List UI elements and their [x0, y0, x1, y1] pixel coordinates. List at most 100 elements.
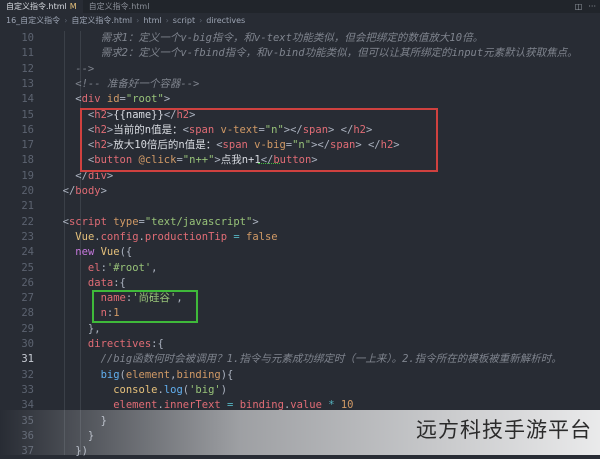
- code-line[interactable]: 32 big(element,binding){: [0, 368, 600, 383]
- code-text: <div id="root">: [50, 92, 170, 107]
- split-editor-icon[interactable]: ◫: [575, 2, 583, 11]
- code-line[interactable]: 31 //big函数何时会被调用？1.指令与元素成功绑定时（一上来）。2.指令所…: [0, 352, 600, 367]
- code-line[interactable]: 25 el:'#root',: [0, 261, 600, 276]
- line-number: 20: [21, 185, 34, 197]
- code-line[interactable]: 21: [0, 199, 600, 214]
- more-actions-icon[interactable]: ···: [588, 2, 596, 11]
- line-number: 12: [21, 62, 34, 75]
- code-token: config: [100, 230, 139, 243]
- code-token: >: [100, 185, 107, 197]
- code-token: 需求1：定义一个v-big指令，和v-text功能类似，但会把绑定的数值放大10…: [50, 32, 484, 44]
- code-token: el: [50, 261, 101, 274]
- code-token: log: [163, 383, 183, 396]
- code-token: <!-- 准备好一个容器-->: [50, 77, 200, 90]
- modified-indicator: M: [69, 2, 77, 11]
- code-line[interactable]: 13 <!-- 准备好一个容器-->: [0, 77, 600, 92]
- line-number: 15: [21, 108, 34, 121]
- code-token: script: [68, 215, 107, 228]
- code-line[interactable]: 12 -->: [0, 62, 600, 77]
- code-token: ){: [220, 368, 234, 381]
- code-token: >: [252, 215, 259, 228]
- code-line[interactable]: 23 Vue.config.productionTip = false: [0, 230, 600, 245]
- code-text: <!-- 准备好一个容器-->: [50, 77, 199, 92]
- code-text: big(element,binding){: [50, 368, 234, 383]
- code-token: new: [75, 246, 95, 259]
- code-token: false: [246, 230, 278, 243]
- chevron-right-icon: ›: [199, 15, 203, 25]
- code-text: <script type="text/javascript">: [50, 215, 259, 230]
- code-line[interactable]: 22 <script type="text/javascript">: [0, 215, 600, 230]
- code-line[interactable]: 24 new Vue({: [0, 245, 600, 260]
- line-number: 22: [21, 215, 34, 228]
- line-number: 32: [21, 368, 34, 381]
- code-line[interactable]: 33 console.log('big'): [0, 383, 600, 398]
- code-token: Vue: [100, 246, 120, 259]
- tab-file[interactable]: 自定义指令.html M: [0, 0, 83, 13]
- code-text: Vue.config.productionTip = false: [50, 230, 278, 245]
- code-text: </body>: [50, 184, 107, 199]
- code-line[interactable]: 28 n:1: [0, 306, 600, 321]
- tab-label: 自定义指令.html: [6, 2, 67, 11]
- line-number: 21: [21, 200, 34, 213]
- line-number: 28: [21, 307, 34, 320]
- code-editor[interactable]: 10 需求1：定义一个v-big指令，和v-text功能类似，但会把绑定的数值放…: [0, 31, 600, 457]
- breadcrumb-folder[interactable]: 16_自定义指令: [6, 15, 60, 26]
- code-text: new Vue({: [50, 245, 132, 260]
- breadcrumb-file[interactable]: 自定义指令.html: [71, 15, 132, 26]
- tab-label: 自定义指令.html: [88, 2, 150, 11]
- code-token: ({: [119, 246, 133, 259]
- code-token: <: [50, 93, 82, 106]
- code-token: productionTip: [144, 230, 228, 243]
- line-number: 29: [21, 322, 34, 335]
- highlight-box-data: [92, 290, 198, 323]
- line-number: 25: [21, 261, 34, 274]
- code-token: binding: [176, 368, 221, 381]
- breadcrumb-html[interactable]: html: [143, 16, 161, 25]
- code-line[interactable]: 20 </body>: [0, 184, 600, 199]
- code-text: directives:{: [50, 337, 164, 352]
- code-token: :{: [113, 276, 126, 289]
- code-token: <: [50, 215, 69, 228]
- code-line[interactable]: 30 directives:{: [0, 337, 600, 352]
- chevron-right-icon: ›: [64, 15, 68, 25]
- line-number: 24: [21, 246, 34, 259]
- breadcrumb: 16_自定义指令 › 自定义指令.html › html › script › …: [0, 13, 600, 27]
- code-text: console.log('big'): [50, 383, 227, 398]
- code-line[interactable]: 14 <div id="root">: [0, 92, 600, 107]
- code-line[interactable]: 10 需求1：定义一个v-big指令，和v-text功能类似，但会把绑定的数值放…: [0, 31, 600, 46]
- code-token: Vue: [75, 230, 95, 243]
- code-text: 需求1：定义一个v-big指令，和v-text功能类似，但会把绑定的数值放大10…: [50, 31, 484, 46]
- code-token: "root": [125, 93, 164, 106]
- line-number: 23: [21, 230, 34, 243]
- line-number: 30: [21, 338, 34, 350]
- breadcrumb-directives[interactable]: directives: [206, 16, 245, 25]
- line-number: 19: [21, 169, 34, 182]
- tab-bar: 自定义指令.html M 自定义指令.html ◫ ···: [0, 0, 600, 13]
- code-text: el:'#root',: [50, 261, 158, 276]
- code-token: //big函数何时会被调用？1.指令与元素成功绑定时（一上来）。2.指令所在的模…: [50, 353, 562, 366]
- code-token: body: [75, 185, 101, 197]
- tab-file-2[interactable]: 自定义指令.html: [83, 0, 156, 13]
- code-token: ): [220, 383, 228, 396]
- breadcrumb-script[interactable]: script: [173, 16, 195, 25]
- code-text: data:{: [50, 276, 126, 291]
- code-token: -->: [50, 62, 95, 75]
- code-line[interactable]: 27 name:'尚硅谷',: [0, 291, 600, 306]
- code-text: 需求2：定义一个v-fbind指令，和v-bind功能类似，但可以让其所绑定的i…: [50, 46, 578, 61]
- lint-underline: [258, 161, 280, 164]
- code-line[interactable]: 26 data:{: [0, 276, 600, 291]
- code-token: "text/javascript": [144, 215, 253, 228]
- code-token: div: [81, 93, 101, 106]
- code-token: id: [100, 93, 120, 106]
- code-line[interactable]: 29 },: [0, 322, 600, 337]
- code-token: directives: [50, 338, 152, 350]
- code-token: element: [125, 368, 171, 381]
- line-number: 17: [21, 139, 34, 152]
- line-number: 13: [21, 77, 34, 90]
- code-text: //big函数何时会被调用？1.指令与元素成功绑定时（一上来）。2.指令所在的模…: [50, 352, 562, 367]
- code-line[interactable]: 11 需求2：定义一个v-fbind指令，和v-bind功能类似，但可以让其所绑…: [0, 46, 600, 61]
- line-number: 26: [21, 276, 34, 289]
